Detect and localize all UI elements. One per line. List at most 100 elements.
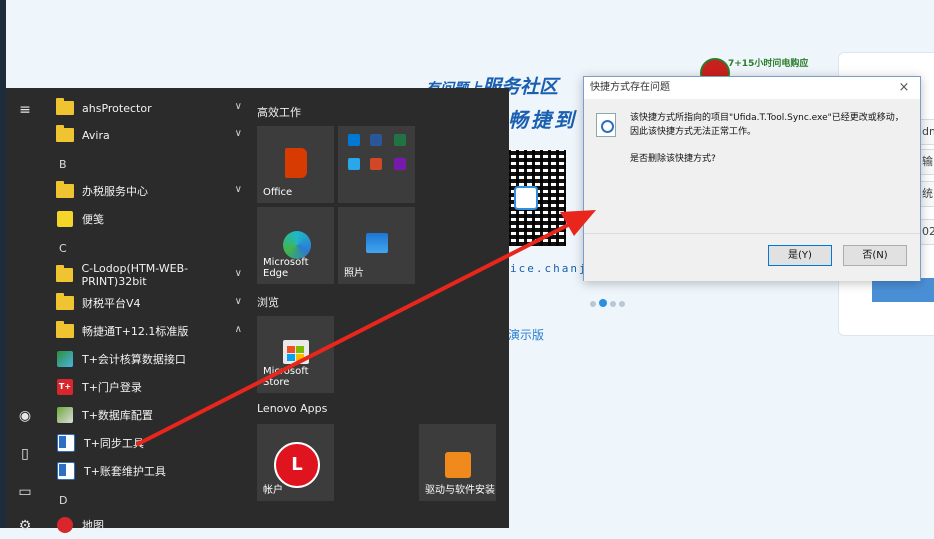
shortcut-problem-dialog: 快捷方式存在问题 × 该快捷方式所指向的项目"Ufida.T.Tool.Sync…	[583, 76, 921, 281]
hamburger-menu-icon[interactable]: ≡	[17, 102, 33, 118]
list-item-app[interactable]: 地图	[52, 511, 248, 539]
tile-drivers-label: 驱动与软件安装	[425, 485, 495, 496]
letter-label: B	[59, 157, 67, 171]
chevron-down-icon[interactable]: ∨	[235, 296, 242, 307]
list-item-app[interactable]: 便笺	[52, 205, 248, 233]
close-icon[interactable]: ×	[892, 77, 916, 99]
tplus3-app-icon	[57, 407, 73, 423]
tile-store-label: Microsoft Store	[263, 366, 309, 388]
search-file-icon	[596, 113, 616, 137]
folder-icon	[56, 98, 74, 115]
group-title-productivity: 高效工作	[257, 106, 301, 119]
qr-logo-icon	[514, 186, 538, 210]
list-item-label: T+门户登录	[82, 381, 142, 394]
list-item-label: 便笺	[82, 213, 104, 226]
list-letter-header[interactable]: C	[52, 234, 255, 262]
list-letter-header[interactable]: B	[52, 150, 255, 178]
list-item-app[interactable]: T+会计核算数据接口	[52, 345, 248, 373]
list-item-label: C-Lodop(HTM-WEB-PRINT)32bit	[81, 262, 189, 288]
list-item-label: 地图	[82, 519, 104, 532]
list-letter-header[interactable]: D	[52, 486, 255, 514]
tplus2-app-icon: T+	[57, 379, 73, 395]
list-item-app[interactable]: T+账套维护工具	[52, 457, 248, 485]
tile-store[interactable]: Microsoft Store	[257, 316, 334, 393]
chevron-down-icon[interactable]: ∨	[235, 128, 242, 139]
list-item-label: 办税服务中心	[82, 185, 148, 198]
tile-account[interactable]: L 帐户	[257, 424, 334, 501]
list-item-folder[interactable]: 畅捷通T+12.1标准版 ∧	[52, 317, 248, 345]
pictures-icon[interactable]: ▭	[17, 484, 33, 500]
dialog-title: 快捷方式存在问题	[584, 77, 920, 99]
group-title-lenovo: Lenovo Apps	[257, 402, 328, 415]
no-button[interactable]: 否(N)	[843, 245, 907, 266]
chevron-up-icon[interactable]: ∧	[235, 324, 242, 335]
demo-link[interactable]: 演示版	[508, 326, 544, 343]
tile-drivers[interactable]: 驱动与软件安装	[419, 424, 496, 501]
store-icon	[283, 340, 309, 364]
tile-office[interactable]: Office	[257, 126, 334, 203]
promo-badge: 7+15小时问电购应	[728, 59, 809, 69]
tile-edge[interactable]: Microsoft Edge	[257, 207, 334, 284]
folder-icon	[56, 293, 74, 310]
user-account-icon[interactable]: ◉	[17, 408, 33, 424]
chevron-down-icon[interactable]: ∨	[235, 268, 242, 279]
list-item-label: T+数据库配置	[82, 409, 153, 422]
list-item-label: T+账套维护工具	[84, 465, 166, 478]
letter-label: D	[59, 493, 68, 507]
folder-icon	[56, 265, 74, 282]
list-item-app[interactable]: T+数据库配置	[52, 401, 248, 429]
tile-photos-label: 照片	[344, 268, 364, 279]
carousel-dot[interactable]	[619, 301, 625, 307]
onedrive-icon	[348, 158, 360, 170]
folder-icon	[56, 181, 74, 198]
list-item-folder[interactable]: C-Lodop(HTM-WEB-PRINT)32bit ∨	[52, 261, 248, 289]
list-item-folder[interactable]: ahsProtector ∨	[52, 94, 248, 122]
carousel-dot[interactable]	[590, 301, 596, 307]
login-button[interactable]	[872, 278, 934, 302]
carousel-dot[interactable]	[610, 301, 616, 307]
list-item-label: Avira	[82, 128, 110, 142]
start-rail: ≡ ◉ ▯ ▭ ⚙	[6, 88, 44, 534]
carousel-dot-active[interactable]	[599, 299, 607, 307]
list-item-folder[interactable]: Avira ∨	[52, 121, 248, 149]
list-item-label: 畅捷通T+12.1标准版	[82, 325, 189, 338]
settings-gear-icon[interactable]: ⚙	[17, 518, 33, 534]
documents-icon[interactable]: ▯	[17, 446, 33, 462]
sync-app-icon	[57, 434, 75, 452]
outlook-icon	[348, 134, 360, 146]
tile-office-label: Office	[263, 187, 293, 198]
start-menu: ≡ ◉ ▯ ▭ ⚙ ahsProtector ∨ Avira ∨ B 办税服务中心 ∨ 便笺 C…	[6, 88, 509, 534]
list-item-app[interactable]: T+同步工具	[52, 429, 248, 457]
onenote-icon	[394, 158, 406, 170]
powerpoint-icon	[370, 158, 382, 170]
letter-label: C	[59, 241, 67, 255]
photos-icon	[366, 233, 388, 253]
tplus1-app-icon	[57, 351, 73, 367]
tile-account-label: 帐户	[263, 485, 283, 496]
excel-icon	[394, 134, 406, 146]
tile-edge-label: Microsoft Edge	[263, 257, 309, 279]
list-item-label: 财税平台V4	[82, 297, 141, 310]
carousel-dots[interactable]	[590, 292, 628, 311]
tile-photos[interactable]: 照片	[338, 207, 415, 284]
map-app-icon	[57, 517, 73, 533]
list-item-app[interactable]: T+ T+门户登录	[52, 373, 248, 401]
chevron-down-icon[interactable]: ∨	[235, 101, 242, 112]
list-item-folder[interactable]: 财税平台V4 ∨	[52, 289, 248, 317]
list-item-label: T+同步工具	[84, 437, 144, 450]
list-item-label: ahsProtector	[82, 101, 152, 115]
word-icon	[370, 134, 382, 146]
dialog-message: 该快捷方式所指向的项目"Ufida.T.Tool.Sync.exe"已经更改或移…	[630, 113, 904, 137]
folder-icon	[56, 125, 74, 142]
list-item-folder[interactable]: 办税服务中心 ∨	[52, 177, 248, 205]
tile-office-apps-folder[interactable]	[338, 126, 415, 203]
chevron-down-icon[interactable]: ∨	[235, 184, 242, 195]
promo-line-2: 畅捷到	[508, 108, 577, 132]
list-item-label: T+会计核算数据接口	[82, 353, 186, 366]
group-title-browse: 浏览	[257, 296, 279, 309]
driver-install-icon	[445, 452, 471, 478]
folder-icon	[56, 321, 74, 338]
yes-button[interactable]: 是(Y)	[768, 245, 832, 266]
dialog-question: 是否删除该快捷方式?	[630, 154, 716, 164]
sync-app-icon	[57, 462, 75, 480]
